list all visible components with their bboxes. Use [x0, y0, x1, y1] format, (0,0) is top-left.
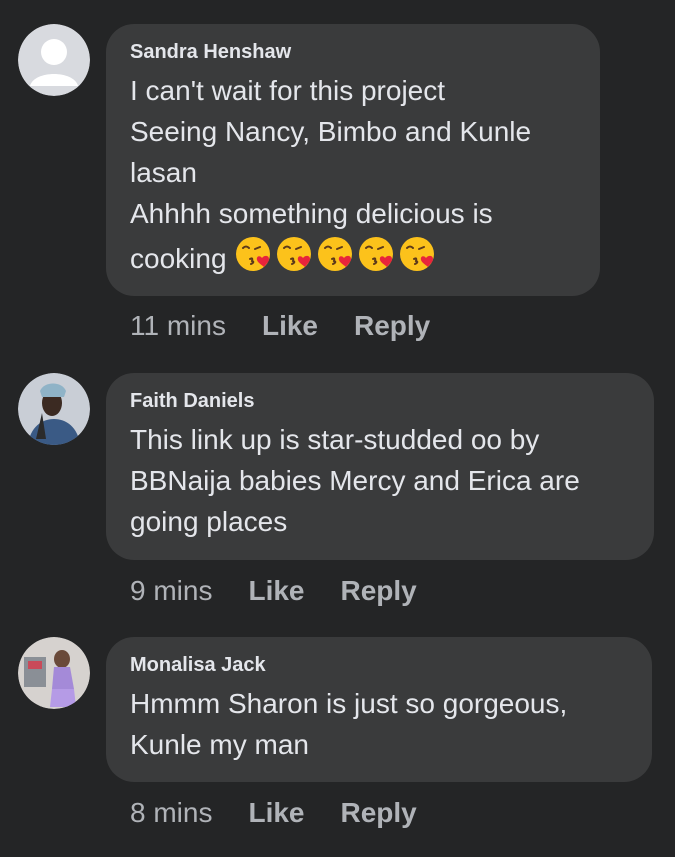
reply-button[interactable]: Reply [341, 575, 417, 607]
comment-actions: 8 mins Like Reply [130, 797, 453, 829]
comment-actions: 11 mins Like Reply [130, 310, 466, 342]
comment-author[interactable]: Sandra Henshaw [130, 40, 576, 64]
comment-line: BBNaija babies Mercy and Erica are [130, 465, 580, 496]
comment-line: Ahhhh something delicious is [130, 198, 493, 229]
comment-line: lasan [130, 157, 197, 188]
kissing-face-with-heart-icon [358, 237, 393, 271]
avatar-photo[interactable] [18, 373, 90, 445]
avatar-photo[interactable] [18, 637, 90, 709]
comment-timestamp[interactable]: 9 mins [130, 575, 212, 607]
kissing-face-with-heart-icon [399, 237, 434, 271]
comment-timestamp[interactable]: 11 mins [130, 310, 226, 342]
comment-line: cooking [130, 243, 227, 274]
comment-line: going places [130, 506, 288, 537]
kissing-face-with-heart-icon [276, 237, 311, 271]
comment-author[interactable]: Monalisa Jack [130, 653, 628, 677]
kissing-face-with-heart-icon [317, 237, 352, 271]
comment-bubble: Monalisa Jack Hmmm Sharon is just so gor… [106, 637, 652, 782]
comment-actions: 9 mins Like Reply [130, 575, 453, 607]
avatar-default[interactable] [18, 24, 90, 96]
comment-text: I can't wait for this project Seeing Nan… [130, 70, 576, 279]
like-button[interactable]: Like [248, 797, 304, 829]
kissing-face-with-heart-icon [235, 237, 270, 271]
comment-bubble: Faith Daniels This link up is star-studd… [106, 373, 654, 560]
comment-line: Hmmm Sharon is just so gorgeous, [130, 688, 568, 719]
emoji-row [233, 234, 437, 274]
comment-author[interactable]: Faith Daniels [130, 389, 630, 413]
comment-line: I can't wait for this project [130, 75, 446, 106]
reply-button[interactable]: Reply [354, 310, 430, 342]
like-button[interactable]: Like [248, 575, 304, 607]
comment-line: This link up is star-studded oo by [130, 424, 540, 455]
comment-last-line: cooking [130, 234, 576, 279]
comment-bubble: Sandra Henshaw I can't wait for this pro… [106, 24, 600, 296]
comment-line: Kunle my man [130, 729, 309, 760]
like-button[interactable]: Like [262, 310, 318, 342]
comment-text: Hmmm Sharon is just so gorgeous, Kunle m… [130, 683, 628, 765]
comment-line: Seeing Nancy, Bimbo and Kunle [130, 116, 532, 147]
comment-timestamp[interactable]: 8 mins [130, 797, 212, 829]
reply-button[interactable]: Reply [341, 797, 417, 829]
comment-text: This link up is star-studded oo by BBNai… [130, 419, 630, 542]
